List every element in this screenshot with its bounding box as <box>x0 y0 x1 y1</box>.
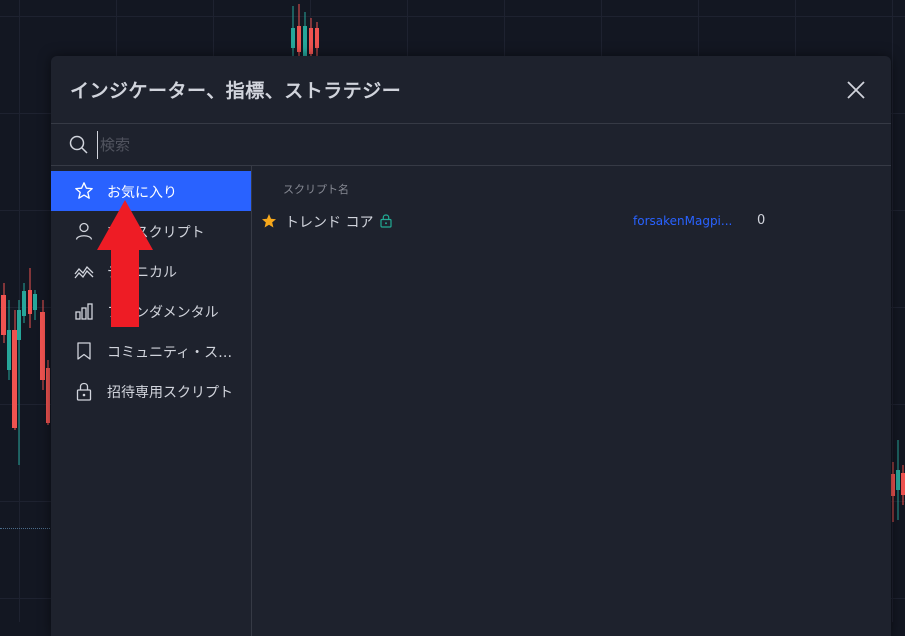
lock-icon <box>380 214 392 228</box>
technical-chart-icon <box>74 265 94 279</box>
sidebar-item-label: ファンダメンタル <box>107 305 219 321</box>
candle <box>309 18 313 56</box>
candle <box>291 6 295 56</box>
script-list: スクリプト名 トレンド コア forsakenMagpi... 0 <box>252 165 891 636</box>
sidebar-item-community-scripts[interactable]: コミュニティ・スク... <box>51 331 251 371</box>
star-icon <box>75 182 93 199</box>
sidebar-item-favorites[interactable]: お気に入り <box>51 171 251 211</box>
sidebar-item-label: お気に入り <box>107 185 177 201</box>
script-row[interactable]: トレンド コア forsakenMagpi... 0 <box>252 205 891 237</box>
user-icon <box>75 222 93 240</box>
candle <box>7 300 11 380</box>
sidebar-item-label: コミュニティ・スク... <box>107 345 245 361</box>
sidebar-item-technicals[interactable]: テクニカル <box>51 251 251 291</box>
bookmark-icon <box>77 342 91 360</box>
sidebar-item-fundamentals[interactable]: ファンダメンタル <box>51 291 251 331</box>
candle <box>896 440 900 520</box>
column-header-script-name: スクリプト名 <box>283 183 349 196</box>
script-author-link[interactable]: forsakenMagpi... <box>633 214 732 228</box>
candle <box>22 283 26 323</box>
candle <box>28 268 32 328</box>
sidebar: お気に入り マイスクリプト テクニカル ファンダメンタル コミュニティ・スク..… <box>51 165 252 636</box>
close-icon <box>847 81 865 99</box>
candle <box>303 12 307 56</box>
close-button[interactable] <box>843 77 869 103</box>
candle <box>297 4 301 56</box>
search-bar <box>51 123 891 166</box>
sidebar-item-invite-only-scripts[interactable]: 招待専用スクリプト <box>51 371 251 411</box>
sidebar-item-label: 招待専用スクリプト <box>107 385 233 401</box>
script-likes-count: 0 <box>757 213 766 228</box>
candle <box>901 465 905 505</box>
candle <box>33 290 37 320</box>
favorite-star-icon[interactable] <box>261 213 277 229</box>
candle <box>315 22 319 56</box>
bar-chart-icon <box>75 303 93 320</box>
sidebar-item-label: マイスクリプト <box>107 225 205 241</box>
dialog-header: インジケーター、指標、ストラテジー <box>51 56 891 122</box>
price-line <box>0 528 52 529</box>
candle <box>891 462 895 522</box>
search-icon <box>69 135 88 154</box>
sidebar-item-my-scripts[interactable]: マイスクリプト <box>51 211 251 251</box>
script-name: トレンド コア <box>285 215 374 231</box>
candle <box>46 360 50 425</box>
dialog-title: インジケーター、指標、ストラテジー <box>70 80 402 102</box>
candle <box>40 300 45 390</box>
lock-icon <box>76 382 92 401</box>
search-input[interactable] <box>97 131 862 159</box>
candle <box>17 300 21 465</box>
candle <box>1 283 6 343</box>
indicators-dialog: インジケーター、指標、ストラテジー お気に入り マイスクリプト <box>51 56 891 636</box>
sidebar-item-label: テクニカル <box>107 265 177 281</box>
